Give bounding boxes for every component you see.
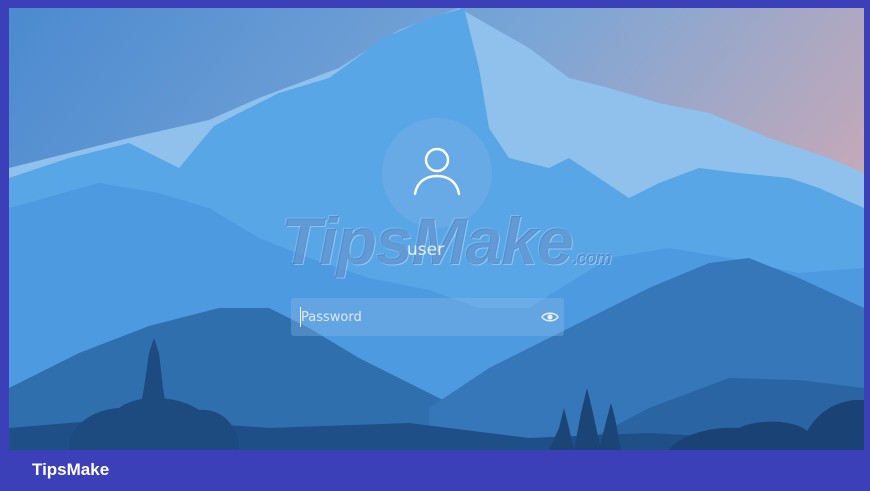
footer-bar: TipsMake [0,450,870,491]
footer-brand: TipsMake [32,460,110,479]
watermark-suffix: .com [572,248,612,268]
text-cursor [300,307,301,327]
password-input[interactable] [301,306,521,328]
eye-icon[interactable] [541,309,559,325]
username-label: user [407,240,445,260]
brand-watermark: TipsMake.com [281,208,612,274]
lock-screen: TipsMake.com user [9,8,864,450]
password-field[interactable] [291,298,564,336]
